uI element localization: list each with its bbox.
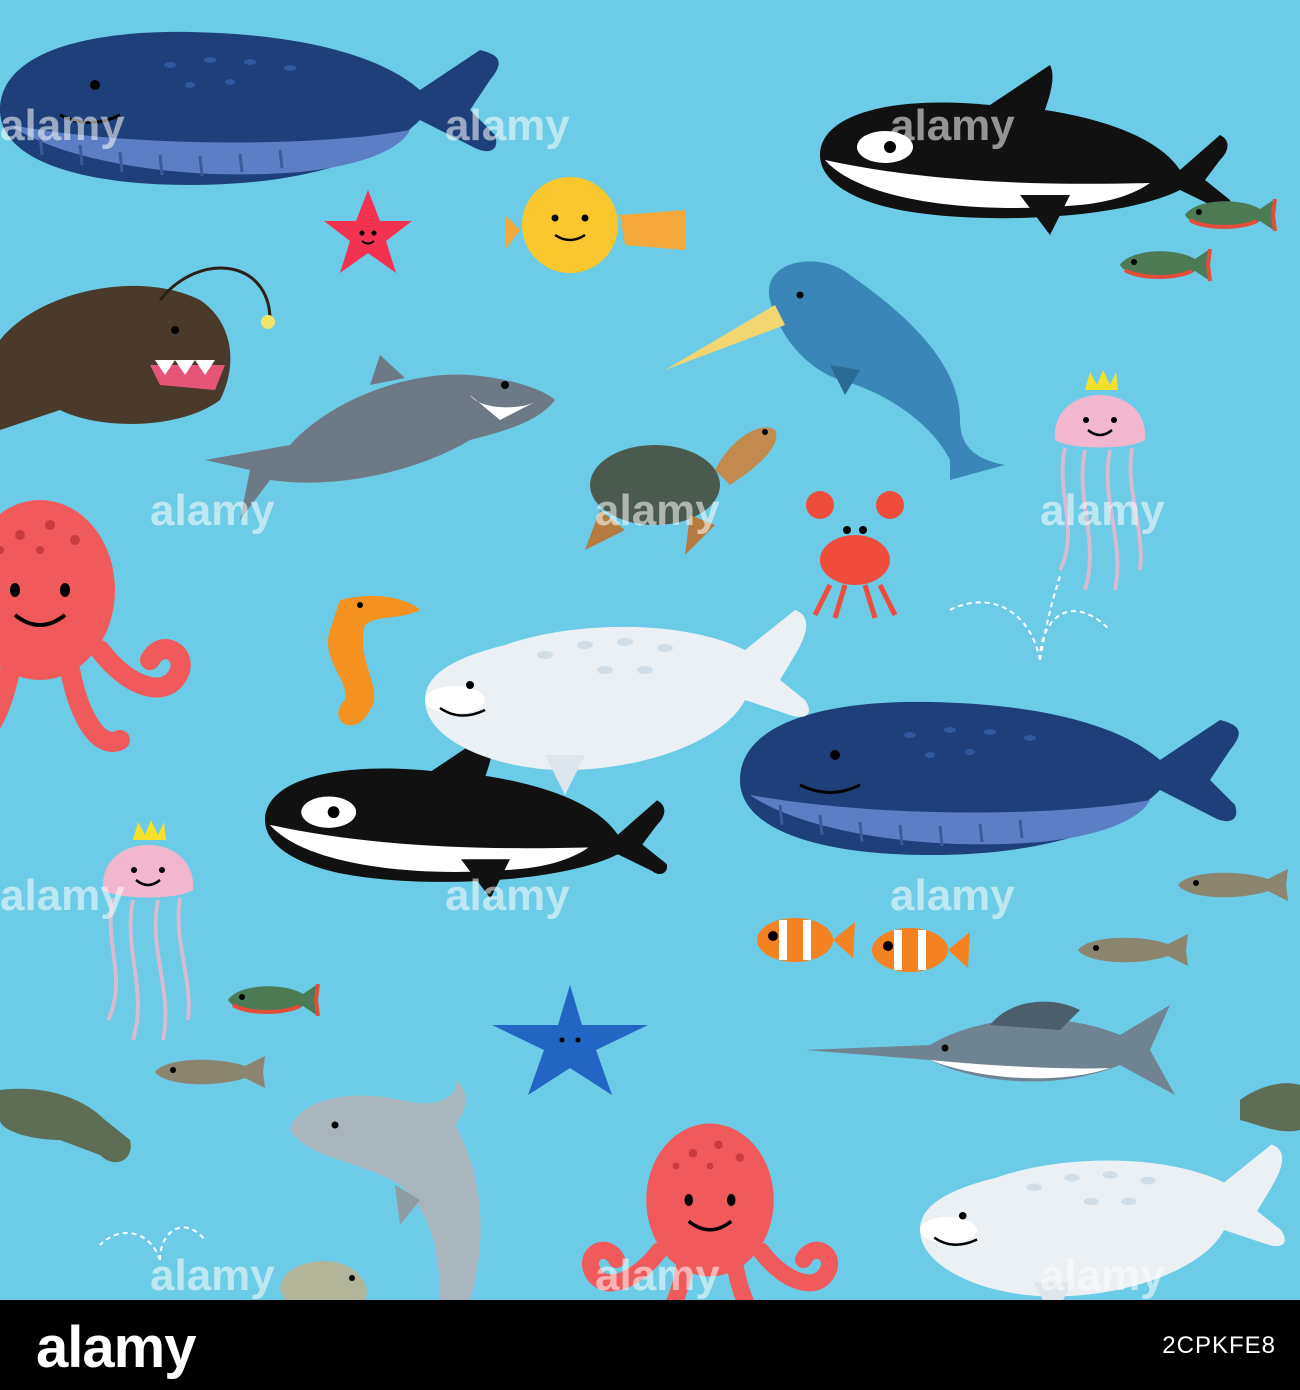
watermark: alamy: [150, 1251, 275, 1300]
watermark: alamy: [1040, 1251, 1165, 1300]
watermark: alamy: [445, 871, 570, 920]
footer-bar: alamy 2CPKFE8: [0, 1300, 1300, 1390]
watermark: alamy: [595, 486, 720, 535]
watermark: alamy: [1040, 486, 1165, 535]
pattern-illustration: alamy alamy alamy alamy alamy alamy alam…: [0, 0, 1300, 1300]
watermark: alamy: [150, 486, 275, 535]
watermark: alamy: [595, 1251, 720, 1300]
sea-animals-pattern: alamy alamy alamy alamy alamy alamy alam…: [0, 0, 1300, 1300]
watermark: alamy: [445, 101, 570, 150]
watermark: alamy: [0, 871, 125, 920]
alamy-logo: alamy: [36, 1315, 196, 1380]
watermark: alamy: [0, 101, 125, 150]
watermark: alamy: [890, 101, 1015, 150]
image-code: 2CPKFE8: [1162, 1332, 1276, 1359]
watermark: alamy: [890, 871, 1015, 920]
